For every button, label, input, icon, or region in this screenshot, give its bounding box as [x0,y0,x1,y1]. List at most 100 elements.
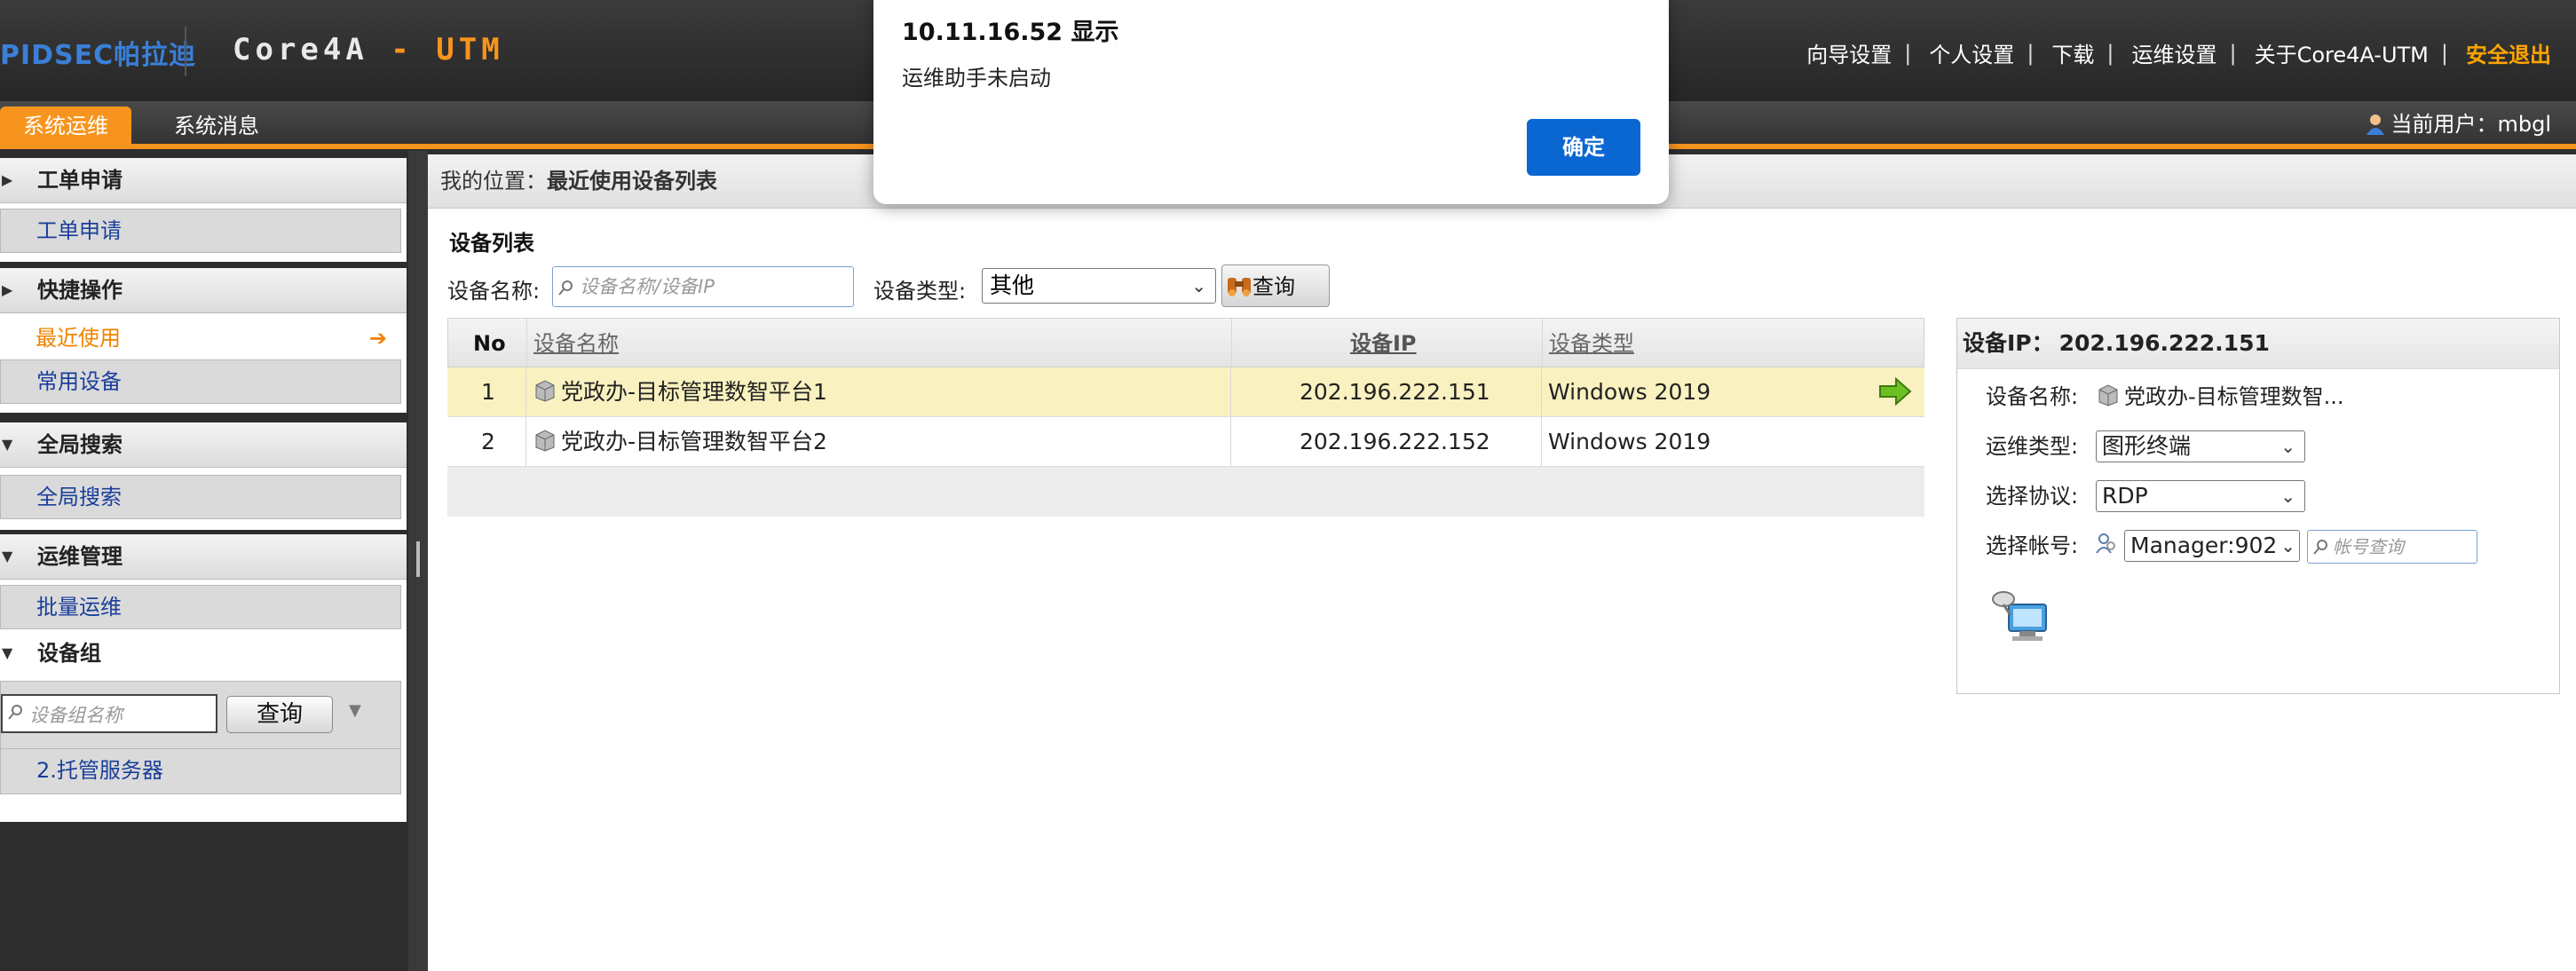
device-group-search-placeholder: 设备组名称 [29,705,122,726]
query-button[interactable]: 查询 [1221,264,1330,307]
sidebar-item-label: 工单申请 [36,218,122,243]
product-dash: - [367,32,437,67]
sidebar-section-global-search[interactable]: ▼ 全局搜索 [0,422,407,468]
link-about[interactable]: 关于Core4A-UTM [2255,37,2429,68]
link-separator: | [2106,40,2114,66]
product-prefix: Core4A [233,32,368,67]
sidebar-empty-area [0,822,407,971]
sidebar-item-global-search[interactable]: 全局搜索 [0,475,401,519]
collapse-arrow-icon: ▶ [2,171,13,188]
logout-link[interactable]: 安全退出 [2466,37,2551,68]
connect-arrow-icon[interactable] [1878,376,1912,407]
sidebar-item-label: 2.托管服务器 [36,758,163,783]
breadcrumb-current: 最近使用设备列表 [547,169,717,193]
device-detail-panel: 设备IP： 202.196.222.151 设备名称: 党政办-目标管理数智...… [1956,318,2560,694]
server-icon [535,380,555,402]
device-name-placeholder: 设备名称/设备IP [580,276,715,297]
protocol-select[interactable]: RDP ⌄ [2096,480,2305,512]
sidebar-item-ticket-apply[interactable]: 工单申请 [0,209,401,253]
chevron-down-icon: ⌄ [1191,275,1206,296]
device-type-select[interactable]: 其他 ⌄ [982,268,1216,304]
row-device-name: 党政办-目标管理数智平台1 [533,367,827,417]
tab-system-messages[interactable]: 系统消息 [151,107,282,144]
device-type-value: 其他 [990,272,1035,298]
account-value: Manager:902 [2130,533,2278,558]
sidebar-section-shortcuts[interactable]: ▶ 快捷操作 [0,268,407,313]
product-name: Core4A - UTM [233,32,504,67]
ops-type-select[interactable]: 图形终端 ⌄ [2096,430,2305,462]
sidebar-splitter[interactable] [408,151,428,971]
column-divider [525,367,526,417]
dialog-message: 运维助手未启动 [902,66,1051,91]
device-group-search-button[interactable]: 查询 [226,696,333,733]
account-select[interactable]: Manager:902 ⌄ [2124,530,2300,562]
binoculars-icon [1228,278,1251,296]
server-icon [535,430,555,452]
sidebar-section-ticket[interactable]: ▶ 工单申请 [0,158,407,203]
column-header-device-ip[interactable]: 设备IP [1350,319,1417,368]
link-wizard-settings[interactable]: 向导设置 [1806,37,1892,68]
splitter-grip-icon[interactable] [416,541,420,577]
account-search-input[interactable]: 帐号查询 [2307,530,2477,564]
column-divider [1541,367,1542,417]
link-ops-settings[interactable]: 运维设置 [2132,37,2217,68]
sidebar-section-title: 工单申请 [37,168,122,193]
detail-account-label: 选择帐号: [1986,533,2079,558]
table-row[interactable]: 1 党政办-目标管理数智平台1 202.196.222.151 Windows … [447,367,1924,417]
server-icon [2098,384,2118,407]
expand-arrow-icon: ▼ [2,436,13,453]
tab-system-ops[interactable]: 系统运维 [0,107,131,144]
detail-protocol-row: 选择协议: RDP ⌄ [1986,477,2536,516]
sidebar-section-ops-management[interactable]: ▼ 运维管理 [0,534,407,580]
device-group-search: 设备组名称 查询 ▼ [0,681,401,750]
link-separator: | [2229,40,2237,66]
device-type-label: 设备类型: [873,279,967,304]
sidebar-item-label: 批量运维 [36,595,122,620]
user-icon [2367,114,2385,135]
column-divider [1230,417,1231,467]
collapse-arrow-icon: ▶ [2,281,13,298]
sidebar-section-title: 运维管理 [37,544,122,569]
top-links: 向导设置 | 个人设置 | 下载 | 运维设置 | 关于Core4A-UTM | 安全退出 [1806,37,2551,68]
device-name-input[interactable]: 设备名称/设备IP [552,266,854,307]
column-header-device-type[interactable]: 设备类型 [1549,319,1634,368]
sidebar-item-common-devices[interactable]: 常用设备 [0,359,401,404]
search-icon [8,705,22,720]
column-divider [1231,319,1232,368]
sidebar-item-batch-ops[interactable]: 批量运维 [0,585,401,629]
detail-name-label: 设备名称: [1986,384,2079,409]
sidebar-section-device-group[interactable]: ▼ 设备组 [0,631,407,677]
link-personal-settings[interactable]: 个人设置 [1929,37,2014,68]
remote-connect-icon[interactable] [1989,585,2051,643]
column-header-device-name[interactable]: 设备名称 [533,319,619,368]
detail-name-text: 党政办-目标管理数智... [2124,384,2344,409]
ops-type-value: 图形终端 [2102,433,2192,459]
dialog-ok-button[interactable]: 确定 [1527,119,1640,176]
sidebar-item-recent[interactable]: 最近使用 ➔ [0,317,399,359]
detail-name-row: 设备名称: 党政办-目标管理数智... [1986,377,2344,416]
sidebar: ▶ 工单申请 工单申请 ▶ 快捷操作 最近使用 ➔ 常用设备 ▼ 全局搜索 全局… [0,151,408,971]
device-group-search-input[interactable]: 设备组名称 [1,694,217,733]
dialog-title: 10.11.16.52 显示 [902,19,1119,46]
chevron-down-icon: ⌄ [2280,486,2295,507]
dropdown-arrow-icon[interactable]: ▼ [349,701,361,720]
link-download[interactable]: 下载 [2051,37,2094,68]
column-header-no: No [473,331,506,356]
alert-dialog: 10.11.16.52 显示 运维助手未启动 确定 [873,0,1669,204]
chevron-down-icon: ⌄ [2280,436,2295,457]
column-divider [1230,367,1231,417]
column-divider [1542,319,1543,368]
column-divider [525,417,526,467]
row-device-name-text: 党政办-目标管理数智平台1 [561,379,827,405]
device-list-heading: 设备列表 [449,231,534,256]
table-row[interactable]: 2 党政办-目标管理数智平台2 202.196.222.152 Windows … [447,417,1924,467]
link-separator: | [2027,40,2035,66]
detail-ip-value: 202.196.222.151 [2058,330,2270,356]
detail-ops-type-row: 运维类型: 图形终端 ⌄ [1986,427,2536,466]
sidebar-section-body: 最近使用 ➔ 常用设备 [0,313,407,413]
table-header: No 设备名称 设备IP 设备类型 [447,318,1924,368]
detail-protocol-label: 选择协议: [1986,484,2079,509]
brand-logo: PIDSEC帕拉迪 [0,40,197,71]
sidebar-item-hosted-servers[interactable]: 2.托管服务器 [0,748,401,794]
sidebar-section-title: 设备组 [37,641,101,666]
